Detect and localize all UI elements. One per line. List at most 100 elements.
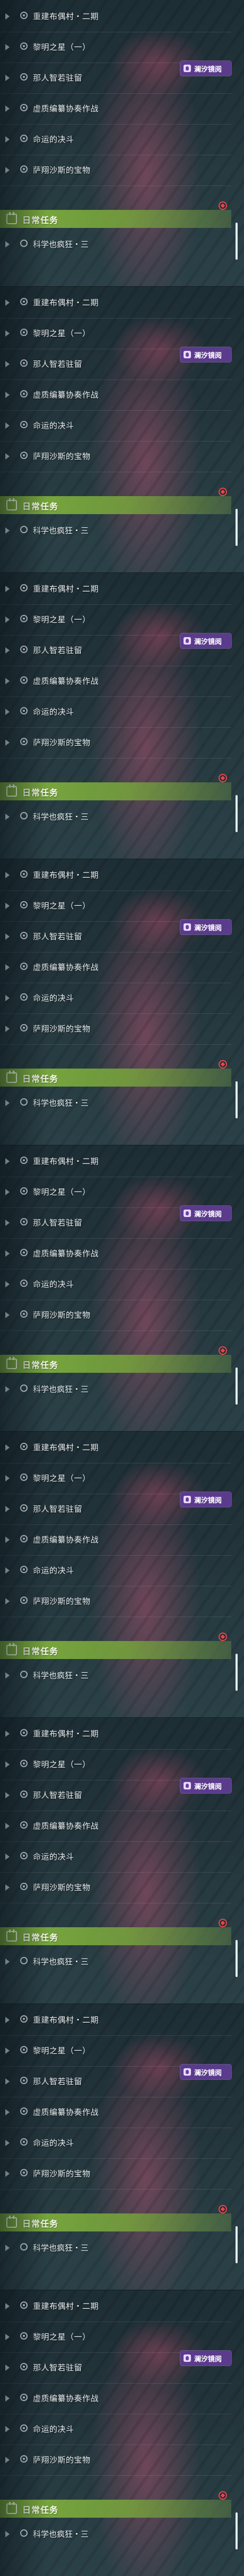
location-marker-icon[interactable] <box>219 201 227 210</box>
quest-row[interactable]: 萨翔沙斯的宝物 <box>0 1013 231 1045</box>
play-arrow-icon <box>5 1672 10 1679</box>
location-marker-icon[interactable] <box>219 2491 227 2500</box>
daily-tasks-header[interactable]: 日常任务 <box>0 2213 231 2231</box>
event-badge[interactable]: 澜汐镜阅 <box>180 633 231 648</box>
quest-row[interactable]: 命运的决斗 <box>0 2414 231 2445</box>
quest-row[interactable]: 重建布偶村・二期 <box>0 1432 231 1463</box>
quest-status-icon <box>20 1535 28 1542</box>
quest-row[interactable]: 重建布偶村・二期 <box>0 1718 231 1750</box>
location-marker-icon[interactable] <box>219 1919 227 1927</box>
quest-status-icon <box>20 2394 28 2401</box>
daily-tasks-header[interactable]: 日常任务 <box>0 1641 231 1659</box>
daily-tasks-header[interactable]: 日常任务 <box>0 1355 231 1373</box>
quest-row[interactable]: 虚质编纂协奏作战 <box>0 666 231 697</box>
quest-row[interactable]: 黎明之星（一） <box>0 1749 231 1780</box>
quest-status-icon <box>20 1671 28 1678</box>
quest-row[interactable]: 重建布偶村・二期 <box>0 860 231 891</box>
daily-quest-row[interactable]: 科学也疯狂・三 <box>0 1660 231 1691</box>
quest-row[interactable]: 重建布偶村・二期 <box>0 1 231 32</box>
scrollbar-thumb[interactable] <box>236 223 238 260</box>
location-marker-icon[interactable] <box>219 774 227 782</box>
location-marker-icon[interactable] <box>219 1633 227 1641</box>
quest-row[interactable]: 重建布偶村・二期 <box>0 2291 231 2322</box>
event-badge[interactable]: 澜汐镜阅 <box>180 1778 231 1793</box>
quest-row[interactable]: 虚质编纂协奏作战 <box>0 93 231 125</box>
quest-row[interactable]: 萨翔沙斯的宝物 <box>0 727 231 758</box>
location-marker-icon[interactable] <box>219 488 227 496</box>
daily-quest-row[interactable]: 科学也疯狂・三 <box>0 2233 231 2263</box>
quest-title: 命运的决斗 <box>33 421 74 430</box>
event-badge[interactable]: 澜汐镜阅 <box>180 2065 231 2079</box>
quest-row[interactable]: 重建布偶村・二期 <box>0 1146 231 1177</box>
daily-tasks-header[interactable]: 日常任务 <box>0 1069 231 1087</box>
quest-row[interactable]: 命运的决斗 <box>0 410 231 442</box>
quest-row[interactable]: 命运的决斗 <box>0 983 231 1014</box>
quest-row[interactable]: 萨翔沙斯的宝物 <box>0 1872 231 1903</box>
daily-quest-row[interactable]: 科学也疯狂・三 <box>0 1088 231 1118</box>
quest-row[interactable]: 萨翔沙斯的宝物 <box>0 2445 231 2476</box>
quest-row[interactable]: 黎明之星（一） <box>0 1177 231 1208</box>
event-badge[interactable]: 澜汐镜阅 <box>180 2351 231 2366</box>
quest-row[interactable]: 虚质编纂协奏作战 <box>0 2097 231 2128</box>
scrollbar-thumb[interactable] <box>236 509 238 546</box>
scrollbar-thumb[interactable] <box>236 795 238 832</box>
daily-quest-row[interactable]: 科学也疯狂・三 <box>0 1946 231 1977</box>
quest-row[interactable]: 萨翔沙斯的宝物 <box>0 155 231 186</box>
daily-tasks-label: 日常任务 <box>22 2219 59 2229</box>
scrollbar-thumb[interactable] <box>236 1654 238 1691</box>
location-marker-icon[interactable] <box>219 1060 227 1069</box>
quest-row[interactable]: 命运的决斗 <box>0 696 231 728</box>
quest-row[interactable]: 重建布偶村・二期 <box>0 2005 231 2036</box>
quest-row[interactable]: 重建布偶村・二期 <box>0 574 231 605</box>
quest-title: 虚质编纂协奏作战 <box>33 1249 99 1258</box>
quest-row[interactable]: 命运的决斗 <box>0 1841 231 1873</box>
scrollbar-thumb[interactable] <box>236 1081 238 1118</box>
scrollbar-thumb[interactable] <box>236 2226 238 2263</box>
event-badge[interactable]: 澜汐镜阅 <box>180 920 231 934</box>
quest-row[interactable]: 命运的决斗 <box>0 1269 231 1300</box>
location-marker-icon[interactable] <box>219 1346 227 1355</box>
daily-tasks-header[interactable]: 日常任务 <box>0 496 231 514</box>
quest-row[interactable]: 黎明之星（一） <box>0 1463 231 1494</box>
quest-row[interactable]: 萨翔沙斯的宝物 <box>0 1586 231 1617</box>
scrollbar-thumb[interactable] <box>236 1940 238 1977</box>
quest-row[interactable]: 黎明之星（一） <box>0 318 231 349</box>
daily-quest-row[interactable]: 科学也疯狂・三 <box>0 1374 231 1405</box>
quest-row[interactable]: 虚质编纂协奏作战 <box>0 1238 231 1269</box>
daily-quest-row[interactable]: 科学也疯狂・三 <box>0 2519 231 2549</box>
location-marker-icon[interactable] <box>219 2205 227 2213</box>
scrollbar-thumb[interactable] <box>236 1368 238 1405</box>
event-badge[interactable]: 澜汐镜阅 <box>180 347 231 362</box>
daily-quest-row[interactable]: 科学也疯狂・三 <box>0 229 231 260</box>
event-badge[interactable]: 澜汐镜阅 <box>180 61 231 76</box>
quest-row[interactable]: 萨翔沙斯的宝物 <box>0 441 231 472</box>
quest-row[interactable]: 黎明之星（一） <box>0 32 231 63</box>
daily-tasks-header[interactable]: 日常任务 <box>0 782 231 800</box>
daily-quest-title: 科学也疯狂・三 <box>33 2243 89 2253</box>
daily-quest-row[interactable]: 科学也疯狂・三 <box>0 801 231 832</box>
quest-row[interactable]: 虚质编纂协奏作战 <box>0 2383 231 2414</box>
event-badge[interactable]: 澜汐镜阅 <box>180 1206 231 1221</box>
event-badge[interactable]: 澜汐镜阅 <box>180 1492 231 1507</box>
daily-tasks-header[interactable]: 日常任务 <box>0 2500 231 2518</box>
quest-row[interactable]: 命运的决斗 <box>0 2128 231 2159</box>
quest-row[interactable]: 命运的决斗 <box>0 1555 231 1586</box>
quest-row[interactable]: 虚质编纂协奏作战 <box>0 952 231 983</box>
quest-row[interactable]: 萨翔沙斯的宝物 <box>0 1300 231 1331</box>
quest-row[interactable]: 黎明之星（一） <box>0 890 231 922</box>
quest-row[interactable]: 虚质编纂协奏作战 <box>0 1811 231 1842</box>
quest-row[interactable]: 命运的决斗 <box>0 124 231 155</box>
play-arrow-icon <box>5 964 10 971</box>
scrollbar-thumb[interactable] <box>236 2512 238 2549</box>
quest-row[interactable]: 虚质编纂协奏作战 <box>0 1524 231 1556</box>
quest-row[interactable]: 黎明之星（一） <box>0 2322 231 2353</box>
quest-row[interactable]: 虚质编纂协奏作战 <box>0 380 231 411</box>
daily-tasks-header[interactable]: 日常任务 <box>0 210 231 228</box>
daily-quest-row[interactable]: 科学也疯狂・三 <box>0 515 231 546</box>
quest-row[interactable]: 萨翔沙斯的宝物 <box>0 2158 231 2190</box>
quest-row[interactable]: 重建布偶村・二期 <box>0 287 231 319</box>
quest-row[interactable]: 黎明之星（一） <box>0 604 231 636</box>
badge-emblem-icon <box>184 2354 191 2362</box>
daily-tasks-header[interactable]: 日常任务 <box>0 1927 231 1945</box>
quest-row[interactable]: 黎明之星（一） <box>0 2035 231 2067</box>
